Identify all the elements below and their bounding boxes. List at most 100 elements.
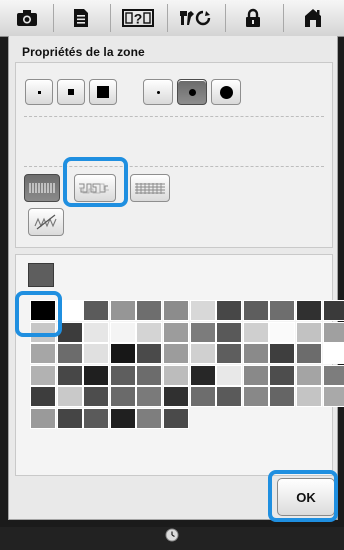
color-swatch[interactable] xyxy=(242,321,269,343)
selection-highlight xyxy=(63,157,128,207)
color-swatch[interactable] xyxy=(322,364,344,386)
lock-tab[interactable] xyxy=(230,3,276,33)
color-swatch[interactable] xyxy=(136,386,163,408)
color-swatch[interactable] xyxy=(109,300,136,321)
lock-icon xyxy=(246,8,260,27)
color-swatch[interactable] xyxy=(109,364,136,386)
large-dot-size-button[interactable] xyxy=(211,79,241,105)
color-swatch[interactable] xyxy=(216,321,243,343)
no-stitch-button[interactable] xyxy=(28,208,64,236)
color-swatch[interactable] xyxy=(242,343,269,365)
color-swatch[interactable] xyxy=(83,321,110,343)
color-swatch[interactable] xyxy=(269,343,296,365)
small-square-size-button[interactable] xyxy=(25,79,53,105)
color-swatch[interactable] xyxy=(216,364,243,386)
color-swatch[interactable] xyxy=(269,300,296,321)
color-swatch[interactable] xyxy=(136,408,163,429)
color-swatch[interactable] xyxy=(56,386,83,408)
color-swatch[interactable] xyxy=(136,364,163,386)
color-swatch[interactable] xyxy=(30,364,56,386)
color-swatch[interactable] xyxy=(109,386,136,408)
help-tab[interactable]: ? xyxy=(115,3,161,33)
color-swatch[interactable] xyxy=(189,343,216,365)
color-swatch[interactable] xyxy=(296,343,322,365)
current-color-swatch xyxy=(28,263,54,287)
color-swatch[interactable] xyxy=(83,408,110,429)
color-swatch[interactable] xyxy=(322,300,344,321)
area-properties-dialog: Propriétés de la zone OK xyxy=(8,36,344,522)
color-swatch[interactable] xyxy=(269,321,296,343)
color-swatch[interactable] xyxy=(189,364,216,386)
color-swatch[interactable] xyxy=(269,386,296,408)
color-swatch[interactable] xyxy=(109,343,136,365)
fill-stitch-button[interactable] xyxy=(24,174,60,202)
home-icon xyxy=(305,9,321,27)
color-swatch[interactable] xyxy=(242,364,269,386)
color-swatch[interactable] xyxy=(83,364,110,386)
top-tab-bar: ? xyxy=(0,0,344,37)
color-swatch[interactable] xyxy=(30,343,56,365)
color-swatch[interactable] xyxy=(56,408,83,429)
color-swatch[interactable] xyxy=(136,321,163,343)
color-swatch[interactable] xyxy=(83,343,110,365)
document-tab[interactable] xyxy=(58,3,104,33)
color-swatch[interactable] xyxy=(242,386,269,408)
medium-dot-icon xyxy=(188,88,196,96)
color-swatch[interactable] xyxy=(296,321,322,343)
color-swatch[interactable] xyxy=(136,300,163,321)
fill-stitch-icon xyxy=(29,183,55,193)
color-swatch[interactable] xyxy=(83,386,110,408)
dense-stitch-icon xyxy=(135,183,165,194)
color-swatch[interactable] xyxy=(322,321,344,343)
home-tab[interactable] xyxy=(290,3,336,33)
small-dot-icon xyxy=(156,90,160,94)
color-swatch[interactable] xyxy=(189,300,216,321)
dense-stitch-button[interactable] xyxy=(130,174,170,202)
color-swatch[interactable] xyxy=(30,408,56,429)
small-dot-size-button[interactable] xyxy=(143,79,173,105)
color-swatch[interactable] xyxy=(189,321,216,343)
color-swatch[interactable] xyxy=(163,343,189,365)
settings-tab[interactable] xyxy=(172,3,218,33)
color-swatch[interactable] xyxy=(269,364,296,386)
color-swatch[interactable] xyxy=(109,408,136,429)
color-swatch[interactable] xyxy=(216,386,243,408)
medium-dot-size-button[interactable] xyxy=(177,79,207,105)
color-swatch[interactable] xyxy=(136,343,163,365)
color-swatch[interactable] xyxy=(216,300,243,321)
color-swatch[interactable] xyxy=(56,343,83,365)
medium-square-size-button[interactable] xyxy=(57,79,85,105)
color-swatch[interactable] xyxy=(163,321,189,343)
color-swatch[interactable] xyxy=(56,364,83,386)
large-square-icon xyxy=(97,86,109,98)
no-stitch-icon xyxy=(34,214,57,230)
properties-panel xyxy=(15,62,333,248)
ok-button-highlight xyxy=(268,470,338,522)
dialog-title: Propriétés de la zone xyxy=(22,45,145,59)
color-swatch[interactable] xyxy=(109,321,136,343)
color-swatch[interactable] xyxy=(189,386,216,408)
color-swatch[interactable] xyxy=(242,300,269,321)
help-tab-label: ? xyxy=(134,11,143,27)
selected-color-highlight xyxy=(15,291,62,337)
color-swatch[interactable] xyxy=(322,386,344,408)
settings-icon xyxy=(180,10,211,26)
color-swatch[interactable] xyxy=(163,364,189,386)
color-swatch[interactable] xyxy=(163,386,189,408)
large-square-size-button[interactable] xyxy=(89,79,117,105)
clock-icon xyxy=(165,528,179,542)
color-swatch[interactable] xyxy=(322,343,344,365)
color-swatch[interactable] xyxy=(83,300,110,321)
camera-tab[interactable] xyxy=(4,3,50,33)
color-swatch[interactable] xyxy=(163,300,189,321)
color-swatch[interactable] xyxy=(216,343,243,365)
large-dot-icon xyxy=(219,85,233,99)
color-swatch[interactable] xyxy=(296,364,322,386)
color-swatch[interactable] xyxy=(296,386,322,408)
color-swatch[interactable] xyxy=(296,300,322,321)
document-icon xyxy=(74,9,88,27)
small-square-icon xyxy=(37,90,41,94)
color-swatch[interactable] xyxy=(163,408,189,429)
color-swatch[interactable] xyxy=(30,386,56,408)
divider xyxy=(24,116,324,117)
